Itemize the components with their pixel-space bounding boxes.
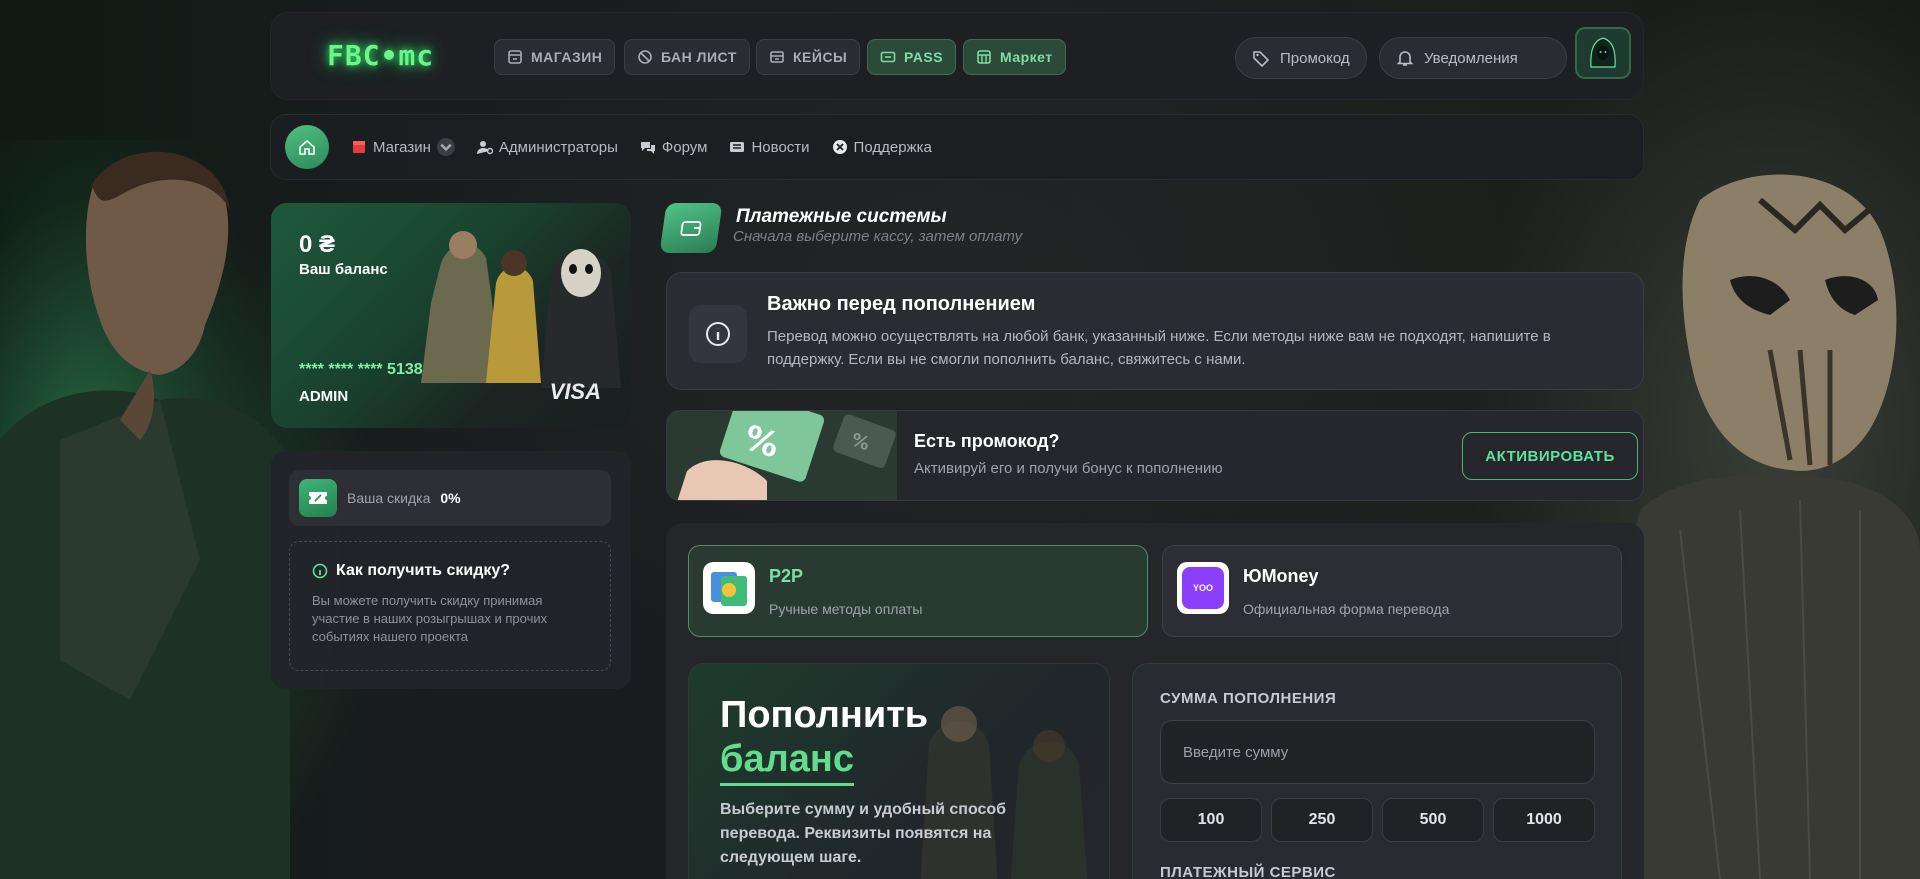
- method-p2p-name: P2P: [769, 566, 804, 586]
- subnav-support[interactable]: Поддержка: [832, 139, 932, 156]
- activate-promo-button[interactable]: АКТИВИРОВАТЬ: [1462, 432, 1638, 480]
- promo-code-button[interactable]: Промокод: [1235, 37, 1367, 79]
- payment-systems-title: Платежные системы: [736, 206, 947, 227]
- info-circle-icon: [689, 305, 747, 363]
- card-brand: VISA: [549, 379, 601, 404]
- nav-banlist-button[interactable]: БАН ЛИСТ: [624, 39, 750, 75]
- ticket-icon: [880, 51, 896, 63]
- subnav-support-label: Поддержка: [853, 138, 932, 156]
- user-avatar[interactable]: [1575, 27, 1631, 79]
- ban-icon: [638, 50, 652, 64]
- home-icon: [299, 139, 315, 155]
- case-icon: [770, 51, 784, 63]
- avatar-hooded-icon: [1590, 37, 1616, 68]
- character-left-illustration: [0, 140, 290, 879]
- newspaper-icon: [730, 142, 745, 152]
- discount-howto-box: Как получить скидку? Вы можете получить …: [289, 541, 611, 671]
- method-yoomoney-desc: Официальная форма перевода: [1243, 601, 1450, 617]
- nav-cases-label: КЕЙСЫ: [793, 49, 848, 65]
- balance-amount: 0 ₴: [299, 231, 336, 258]
- topup-title-line2: баланс: [720, 738, 854, 786]
- subnav-news[interactable]: Новости: [729, 138, 810, 156]
- quick-amount-100[interactable]: 100: [1160, 798, 1262, 842]
- quick-amount-250[interactable]: 250: [1271, 798, 1373, 842]
- method-p2p[interactable]: P2P Ручные методы оплаты: [688, 545, 1148, 637]
- subnav-admins[interactable]: Администраторы: [476, 138, 618, 156]
- service-label: ПЛАТЕЖНЫЙ СЕРВИС: [1160, 864, 1336, 879]
- amount-label: СУММА ПОПОЛНЕНИЯ: [1160, 690, 1337, 707]
- notice-title: Важно перед пополнением: [767, 293, 1036, 315]
- topup-description: Выберите сумму и удобный способ перевода…: [720, 801, 1007, 866]
- quick-amount-1000[interactable]: 1000: [1493, 798, 1595, 842]
- subnav-admins-label: Администраторы: [498, 138, 618, 156]
- nav-pass-button[interactable]: PASS: [867, 39, 957, 75]
- payment-systems-subtitle: Сначала выберите кассу, затем оплату: [733, 228, 1023, 245]
- discount-value: 0%: [440, 490, 461, 506]
- shop-icon: [353, 141, 365, 153]
- promo-text: Активируй его и получи бонус к пополнени…: [914, 460, 1223, 477]
- coupon-icon: [299, 479, 337, 517]
- card-number: **** **** **** 5138: [299, 361, 423, 378]
- nav-market-button[interactable]: Маркет: [963, 39, 1066, 75]
- method-yoomoney[interactable]: YOO ЮMoney Официальная форма перевода: [1162, 545, 1622, 637]
- payment-box: P2P Ручные методы оплаты YOO ЮMoney Офиц…: [666, 523, 1644, 879]
- notifications-label: Уведомления: [1424, 49, 1518, 67]
- important-notice: Важно перед пополнением Перевод можно ос…: [666, 272, 1644, 390]
- site-logo[interactable]: FBC•mc: [327, 39, 434, 72]
- promo-code-label: Промокод: [1280, 49, 1350, 67]
- promo-banner: % % Есть промокод? Активируй его и получ…: [666, 410, 1644, 501]
- topup-title-line1: Пополнить: [720, 694, 929, 736]
- yoomoney-icon: YOO: [1177, 562, 1229, 614]
- secondary-nav: Магазин Администраторы Форум Новости Под…: [270, 114, 1644, 180]
- quick-amount-500[interactable]: 500: [1382, 798, 1484, 842]
- subnav-forum-label: Форум: [661, 138, 708, 156]
- nav-banlist-label: БАН ЛИСТ: [661, 49, 737, 65]
- top-header: FBC•mc МАГАЗИН БАН ЛИСТ КЕЙСЫ PASS Марке…: [270, 12, 1644, 100]
- nav-shop-label: МАГАЗИН: [531, 49, 603, 65]
- nav-pass-label: PASS: [904, 49, 944, 65]
- user-cog-icon: [476, 141, 493, 155]
- chat-icon: [640, 142, 655, 154]
- home-button[interactable]: [285, 125, 329, 169]
- discount-row: Ваша скидка 0%: [289, 470, 611, 526]
- topup-info-card: Пополнить баланс Выберите сумму и удобны…: [688, 663, 1110, 879]
- promo-title: Есть промокод?: [914, 431, 1060, 451]
- subnav-news-label: Новости: [751, 138, 810, 156]
- balance-label: Ваш баланс: [299, 261, 388, 278]
- discount-howto-title: Как получить скидку?: [336, 562, 511, 579]
- balance-card: 0 ₴ Ваш баланс **** **** **** 5138 ADMIN…: [271, 203, 631, 428]
- tag-icon: [1253, 51, 1270, 67]
- discount-howto-text: Вы можете получить скидку принимая участ…: [312, 593, 548, 644]
- subnav-shop[interactable]: Магазин: [351, 138, 455, 156]
- amount-form: СУММА ПОПОЛНЕНИЯ 100 250 500 1000 ПЛАТЕЖ…: [1132, 663, 1622, 879]
- discount-panel: Ваша скидка 0% Как получить скидку? Вы м…: [271, 451, 631, 689]
- info-icon: [312, 563, 328, 579]
- method-yoomoney-name: ЮMoney: [1243, 566, 1319, 586]
- chevron-down-icon[interactable]: [436, 138, 455, 156]
- card-owner: ADMIN: [299, 388, 349, 405]
- promo-coupon-illustration: % %: [667, 411, 897, 500]
- character-right-illustration: [1620, 174, 1920, 879]
- wallet-icon: [659, 203, 723, 253]
- yoomoney-logo-text: YOO: [1182, 567, 1224, 609]
- support-icon: [832, 140, 847, 154]
- discount-label: Ваша скидка: [347, 490, 431, 506]
- bell-icon: [1396, 51, 1414, 66]
- nav-shop-button[interactable]: МАГАЗИН: [494, 39, 616, 75]
- store-icon: [508, 50, 522, 64]
- subnav-forum[interactable]: Форум: [640, 138, 708, 156]
- method-p2p-desc: Ручные методы оплаты: [769, 601, 923, 617]
- market-icon: [977, 50, 991, 64]
- nav-market-label: Маркет: [1000, 49, 1053, 65]
- p2p-icon: [703, 562, 755, 614]
- nav-cases-button[interactable]: КЕЙСЫ: [756, 39, 861, 75]
- subnav-shop-label: Магазин: [373, 138, 431, 156]
- notifications-button[interactable]: Уведомления: [1379, 37, 1567, 79]
- amount-input[interactable]: [1160, 720, 1595, 784]
- notice-text: Перевод можно осуществлять на любой банк…: [767, 328, 1551, 368]
